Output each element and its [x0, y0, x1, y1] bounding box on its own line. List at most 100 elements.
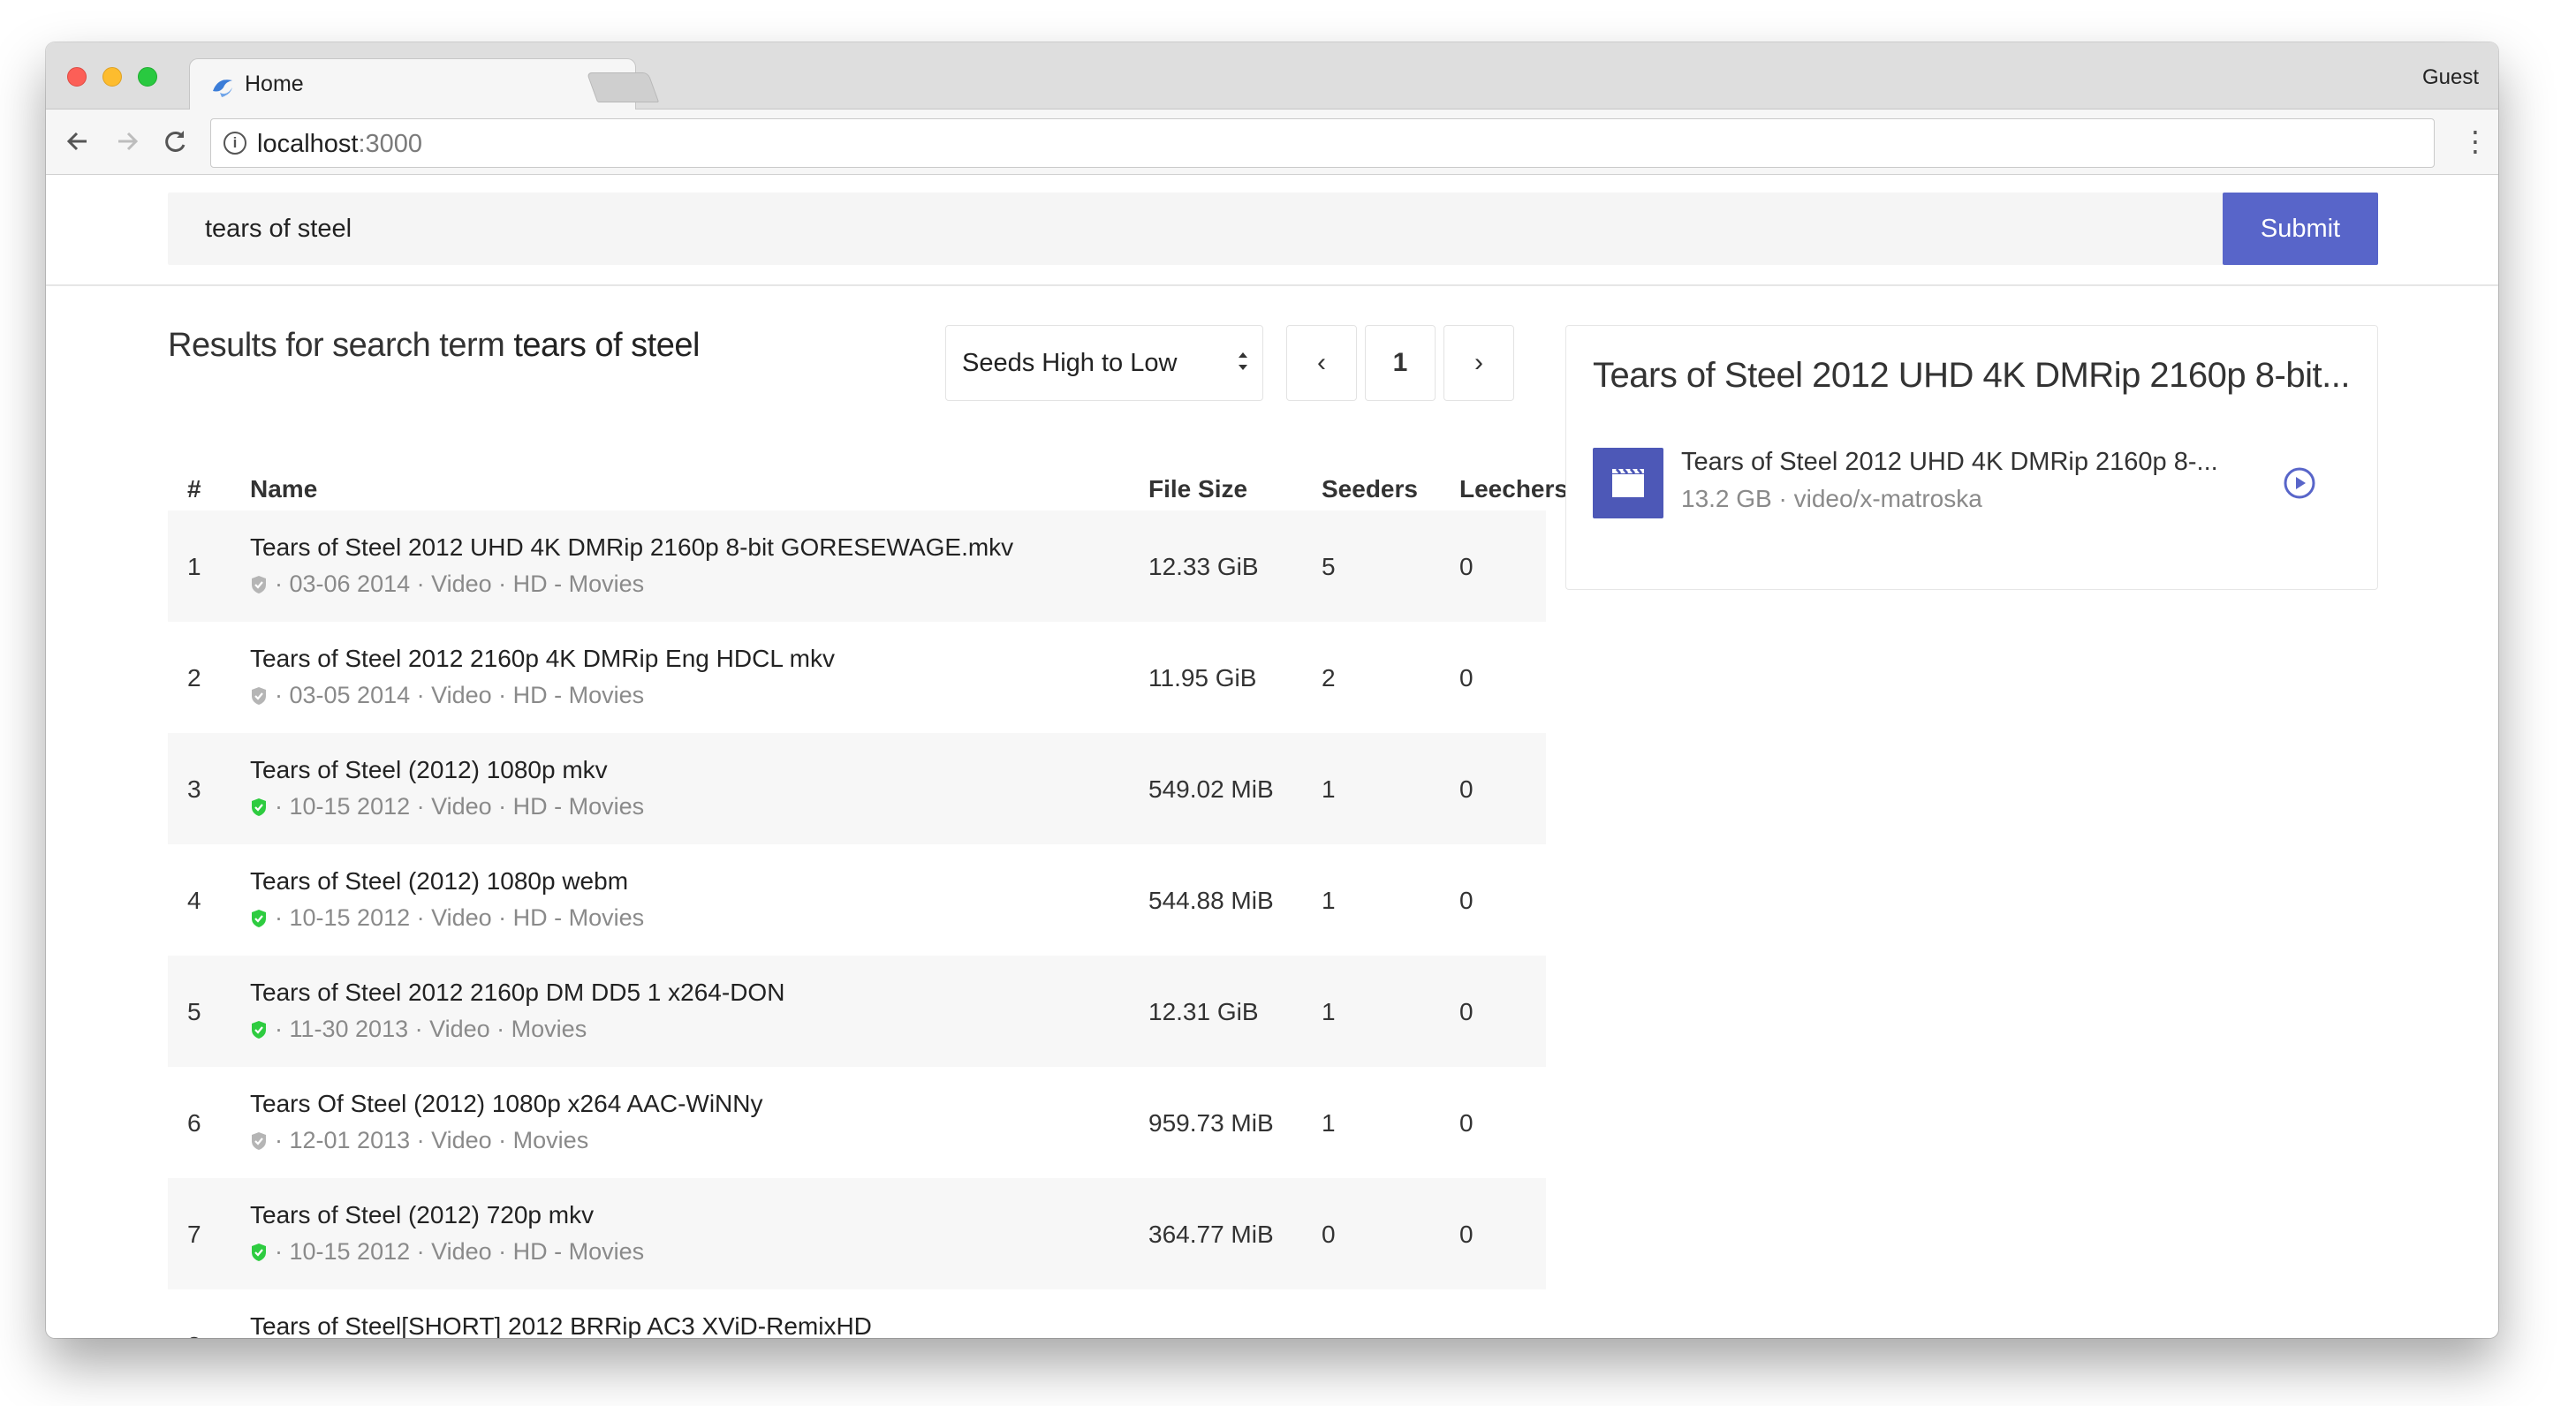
torrent-meta-text: · 12-01 2013 · Video · Movies: [275, 1127, 589, 1153]
new-tab-button[interactable]: [586, 72, 660, 102]
torrent-name[interactable]: Tears of Steel[SHORT] 2012 BRRip AC3 XVi…: [250, 1312, 872, 1338]
back-arrow-icon[interactable]: [60, 124, 95, 159]
table-row[interactable]: 6 Tears Of Steel (2012) 1080p x264 AAC-Wi…: [168, 1067, 1546, 1178]
verified-shield-icon: [252, 1021, 266, 1039]
torrent-name[interactable]: Tears of Steel 2012 2160p DM DD5 1 x264-…: [250, 979, 784, 1007]
torrent-name[interactable]: Tears of Steel (2012) 720p mkv: [250, 1201, 594, 1229]
table-row[interactable]: 8 Tears of Steel[SHORT] 2012 BRRip AC3 XV…: [168, 1289, 1546, 1338]
header-seeders[interactable]: Seeders: [1322, 475, 1418, 503]
row-number: 2: [187, 664, 201, 692]
torrent-meta-text: · 10-15 2012 · Video · HD - Movies: [275, 1238, 645, 1265]
table-row[interactable]: 5 Tears of Steel 2012 2160p DM DD5 1 x264…: [168, 956, 1546, 1067]
torrent-meta-text: · 03-06 2014 · Video · HD - Movies: [275, 571, 645, 597]
table-row[interactable]: 3 Tears of Steel (2012) 1080p mkv · 10-15 …: [168, 733, 1546, 844]
header-leechers[interactable]: Leechers: [1459, 475, 1568, 503]
table-body: 1 Tears of Steel 2012 UHD 4K DMRip 2160p …: [168, 510, 1546, 1338]
profile-label[interactable]: Guest: [2422, 65, 2479, 90]
sort-selected-value: Seeds High to Low: [962, 349, 1178, 377]
torrent-meta: · 12-01 2013 · Video · Movies: [250, 1127, 588, 1154]
current-page-button[interactable]: 1: [1365, 325, 1436, 401]
file-size: 364.77 MiB: [1148, 1221, 1274, 1248]
address-toolbar: i localhost:3000 ⋮: [46, 110, 2498, 175]
previous-page-button[interactable]: ‹: [1286, 325, 1357, 401]
submit-button[interactable]: Submit: [2223, 193, 2378, 265]
torrent-meta: · 03-06 2014 · Video · HD - Movies: [250, 571, 644, 598]
close-window-button[interactable]: [67, 67, 87, 87]
table-row[interactable]: 2 Tears of Steel 2012 2160p 4K DMRip Eng …: [168, 622, 1546, 733]
leechers-count: 0: [1459, 887, 1474, 914]
title-bar: Home × Guest: [46, 42, 2498, 111]
address-bar[interactable]: i localhost:3000: [210, 118, 2435, 168]
torrent-meta: · 03-05 2014 · Video · HD - Movies: [250, 682, 644, 709]
leechers-count: 0: [1459, 1221, 1474, 1248]
table-row[interactable]: 4 Tears of Steel (2012) 1080p webm · 10-15…: [168, 844, 1546, 956]
seeders-count: 2: [1322, 664, 1336, 692]
file-size: 12.31 GiB: [1148, 998, 1259, 1025]
row-number: 1: [187, 553, 201, 580]
row-number: 3: [187, 775, 201, 803]
panel-title: Tears of Steel 2012 UHD 4K DMRip 2160p 8…: [1593, 356, 2350, 395]
sort-caret-icon: [1239, 352, 1247, 370]
torrent-name[interactable]: Tears of Steel (2012) 1080p mkv: [250, 756, 608, 784]
torrent-name[interactable]: Tears of Steel (2012) 1080p webm: [250, 867, 628, 896]
forward-arrow-icon[interactable]: [110, 124, 145, 159]
results-heading: Results for search term tears of steel: [168, 327, 700, 365]
film-icon: [1593, 448, 1663, 518]
search-bar: Submit: [46, 175, 2498, 286]
url-port: :3000: [358, 130, 423, 158]
seeders-count: 5: [1322, 553, 1336, 580]
sort-select[interactable]: Seeds High to Low: [945, 325, 1263, 401]
leechers-count: 0: [1459, 775, 1474, 803]
torrent-meta: · 11-30 2013 · Video · Movies: [250, 1016, 587, 1043]
torrent-meta-text: · 10-15 2012 · Video · HD - Movies: [275, 793, 645, 820]
file-size: 549.02 MiB: [1148, 775, 1274, 803]
unverified-shield-icon: [252, 687, 266, 705]
file-meta: 13.2 GB · video/x-matroska: [1681, 485, 1982, 512]
file-name[interactable]: Tears of Steel 2012 UHD 4K DMRip 2160p 8…: [1681, 448, 2218, 477]
seeders-count: 1: [1322, 775, 1336, 803]
info-icon[interactable]: i: [224, 132, 246, 155]
torrent-name[interactable]: Tears Of Steel (2012) 1080p x264 AAC-WiN…: [250, 1090, 762, 1118]
row-number: 6: [187, 1109, 201, 1137]
reload-icon[interactable]: [157, 124, 193, 159]
unverified-shield-icon: [252, 1132, 266, 1150]
leechers-count: 0: [1459, 664, 1474, 692]
header-name[interactable]: Name: [250, 475, 317, 503]
torrent-name[interactable]: Tears of Steel 2012 UHD 4K DMRip 2160p 8…: [250, 533, 1013, 562]
results-heading-term: tears of steel: [513, 327, 700, 364]
next-page-button[interactable]: ›: [1443, 325, 1514, 401]
unverified-shield-icon: [252, 576, 266, 593]
file-size: 959.73 MiB: [1148, 1109, 1274, 1137]
torrent-meta-text: · 10-15 2012 · Video · HD - Movies: [275, 904, 645, 931]
favicon-icon: [213, 79, 232, 97]
search-input[interactable]: [168, 193, 2228, 265]
leechers-count: 0: [1459, 553, 1474, 580]
browser-menu-icon[interactable]: ⋮: [2461, 125, 2489, 161]
header-number: #: [187, 475, 201, 503]
torrent-name[interactable]: Tears of Steel 2012 2160p 4K DMRip Eng H…: [250, 645, 835, 673]
seeders-count: 0: [1322, 1221, 1336, 1248]
verified-shield-icon: [252, 910, 266, 927]
seeders-count: 1: [1322, 887, 1336, 914]
torrent-meta-text: · 11-30 2013 · Video · Movies: [275, 1016, 587, 1042]
leechers-count: 0: [1459, 998, 1474, 1025]
header-file-size[interactable]: File Size: [1148, 475, 1247, 503]
url-text[interactable]: localhost:3000: [257, 130, 422, 159]
file-size: 544.88 MiB: [1148, 887, 1274, 914]
torrent-meta: · 10-15 2012 · Video · HD - Movies: [250, 904, 644, 932]
row-number: 5: [187, 998, 201, 1025]
play-circle-icon[interactable]: [2282, 465, 2317, 501]
row-number: 4: [187, 887, 201, 914]
table-row[interactable]: 7 Tears of Steel (2012) 720p mkv · 10-15 2…: [168, 1178, 1546, 1289]
table-row[interactable]: 1 Tears of Steel 2012 UHD 4K DMRip 2160p …: [168, 510, 1546, 622]
row-number: 7: [187, 1221, 201, 1248]
leechers-count: 0: [1459, 1109, 1474, 1137]
minimize-window-button[interactable]: [102, 67, 122, 87]
results-heading-prefix: Results for search term: [168, 327, 514, 364]
seeders-count: 1: [1322, 998, 1336, 1025]
torrent-meta-text: · 03-05 2014 · Video · HD - Movies: [275, 682, 645, 708]
browser-tab[interactable]: Home ×: [189, 58, 636, 111]
table-header: # Name File Size Seeders Leechers: [168, 457, 1568, 510]
maximize-window-button[interactable]: [138, 67, 157, 87]
verified-shield-icon: [252, 1243, 266, 1261]
